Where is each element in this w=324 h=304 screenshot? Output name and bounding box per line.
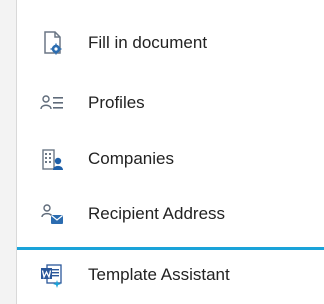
recipient-address-icon xyxy=(39,201,65,227)
menu-item-recipient-address[interactable]: Recipient Address xyxy=(17,189,324,239)
menu-item-label: Profiles xyxy=(88,93,145,112)
menu-item-profiles[interactable]: Profiles xyxy=(17,78,324,128)
menu-item-fill-in-document[interactable]: Fill in document xyxy=(17,18,324,68)
menu-item-companies[interactable]: Companies xyxy=(17,134,324,184)
document-gear-icon xyxy=(39,30,65,56)
menu-item-template-assistant[interactable]: Template Assistant xyxy=(17,247,324,299)
menu-item-label: Template Assistant xyxy=(88,264,230,284)
menu-item-label: Companies xyxy=(88,149,174,168)
context-menu: Fill in document Profiles Companies Reci… xyxy=(16,0,324,304)
menu-item-label: Fill in document xyxy=(88,33,208,52)
menu-item-label: Recipient Address xyxy=(88,204,226,223)
word-template-icon xyxy=(39,262,65,288)
profiles-icon xyxy=(39,90,65,116)
companies-icon xyxy=(39,146,65,172)
